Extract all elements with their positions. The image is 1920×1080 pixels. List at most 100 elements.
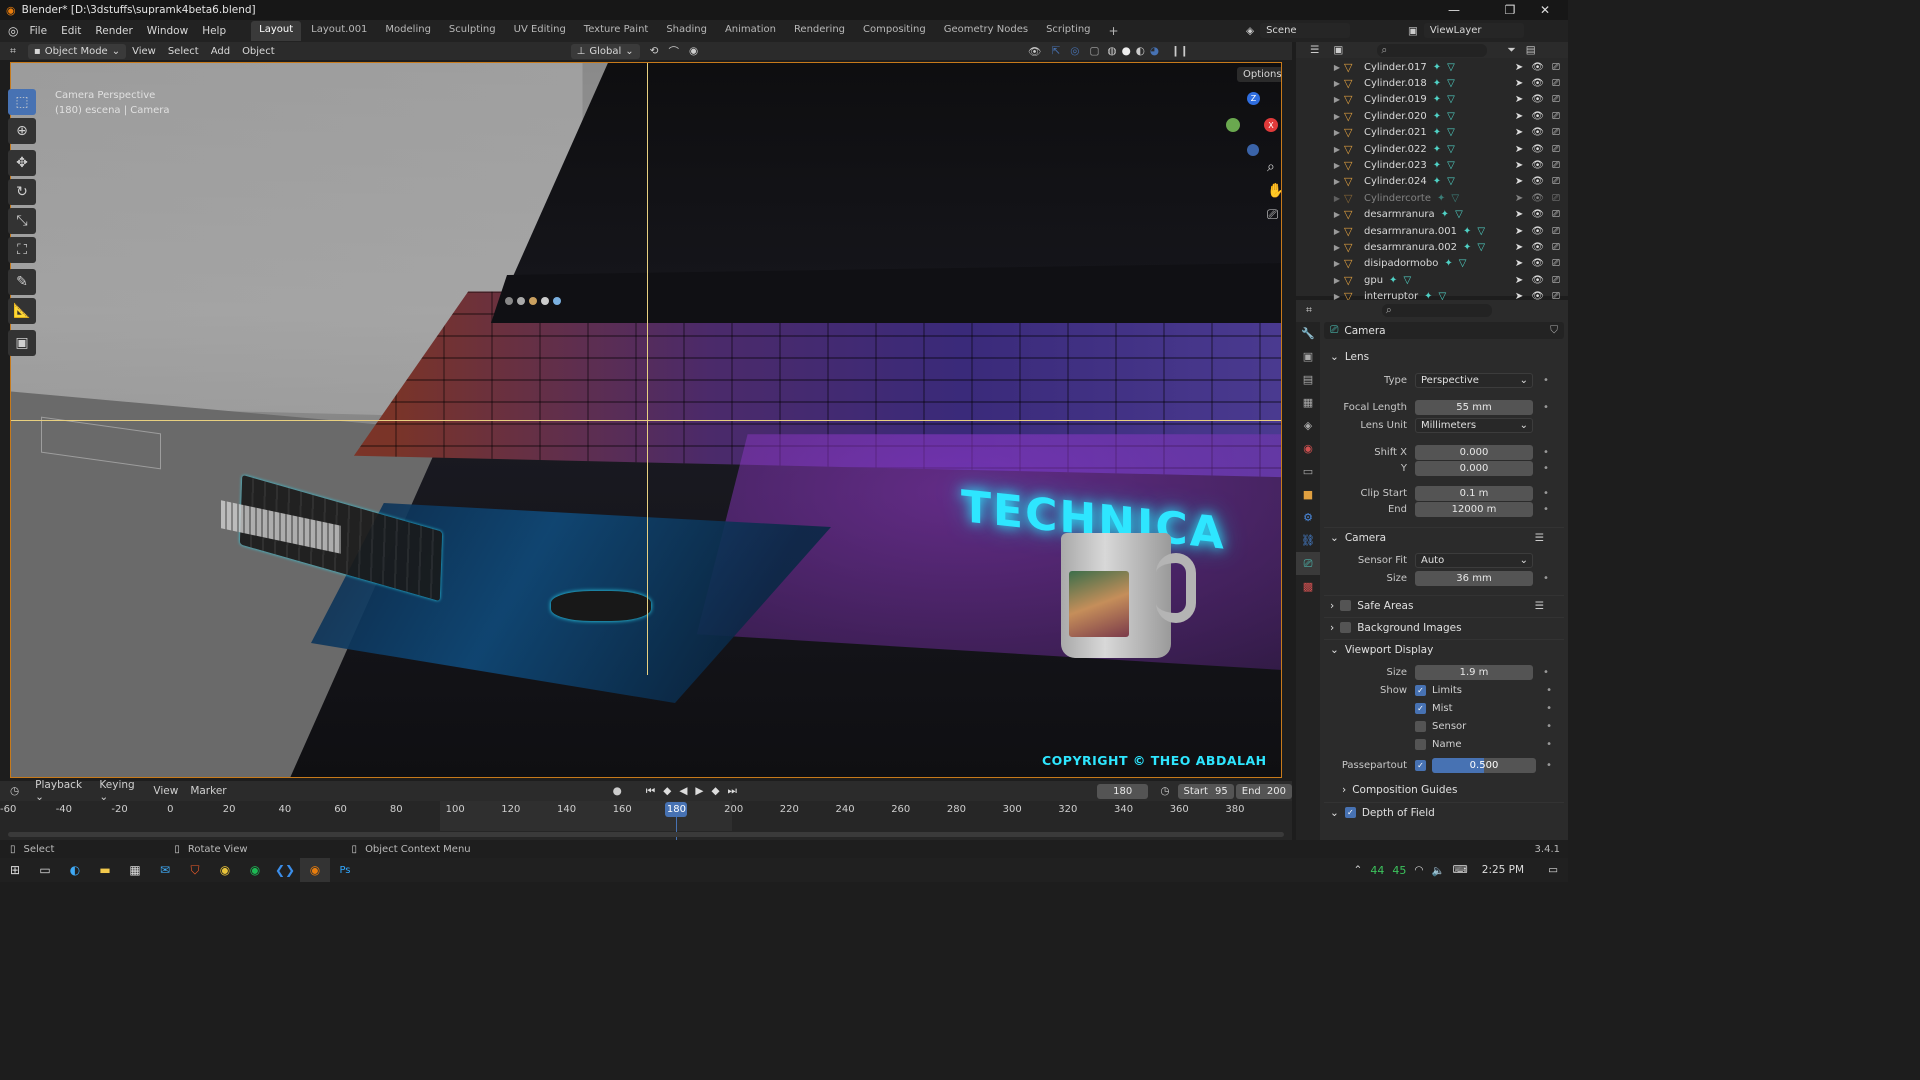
chevron-up-icon[interactable]: ⌃	[1354, 864, 1363, 876]
filter-icon[interactable]: ⏷	[1507, 44, 1515, 57]
windows-start-icon[interactable]: ⊞	[0, 858, 30, 882]
play-reverse-icon[interactable]: ◀	[679, 785, 687, 798]
collection-tab-icon[interactable]: ▭	[1296, 460, 1320, 483]
outliner-item[interactable]: ▶ ▽ Cylinder.022 ✦ ▽ ➤ 👁 ⎚	[1296, 141, 1568, 157]
rendered-shading-icon[interactable]: ◕	[1150, 45, 1159, 57]
scene-tab-icon[interactable]: ◈	[1296, 414, 1320, 437]
brave-icon[interactable]: ⛉	[180, 858, 210, 882]
modifier-wrench-icon[interactable]: ✦	[1433, 78, 1441, 89]
fake-user-shield-icon[interactable]: ⛉	[1550, 324, 1558, 337]
modifier-wrench-icon[interactable]: ✦	[1441, 209, 1449, 220]
render-tab-icon[interactable]: ▣	[1296, 345, 1320, 368]
menu-playback[interactable]: Playback ⌄	[29, 779, 93, 803]
modifier-wrench-icon[interactable]: ✦	[1433, 144, 1441, 155]
modifier-wrench-icon[interactable]: ✦	[1389, 275, 1397, 286]
safe-areas-panel-header[interactable]: › Safe Areas ☰	[1324, 595, 1564, 615]
add-workspace-button[interactable]: +	[1101, 21, 1127, 41]
presets-list-icon[interactable]: ☰	[1535, 600, 1544, 612]
timeline-scrollbar[interactable]	[8, 832, 1284, 837]
display-mode-icon[interactable]: ▣	[1333, 44, 1343, 56]
tab-animation[interactable]: Animation	[717, 21, 784, 41]
object-tab-icon[interactable]: ■	[1296, 483, 1320, 506]
animate-property-icon[interactable]: •	[1546, 721, 1552, 732]
name-checkbox[interactable]	[1415, 738, 1426, 750]
shift-y-field[interactable]: 0.000	[1415, 460, 1533, 476]
selectable-arrow-icon[interactable]: ➤	[1515, 242, 1523, 253]
menu-edit[interactable]: Edit	[54, 25, 88, 37]
camera-panel-header[interactable]: ⌄ Camera ☰	[1324, 527, 1564, 547]
menu-file[interactable]: File	[22, 25, 54, 37]
mesh-data-icon[interactable]: ▽	[1451, 193, 1459, 204]
selectable-arrow-icon[interactable]: ➤	[1515, 209, 1523, 220]
constraint-tab-icon[interactable]: ⛓	[1296, 529, 1320, 552]
clip-start-field[interactable]: 0.1 m	[1415, 485, 1533, 501]
eye-visibility-icon[interactable]: 👁	[1531, 94, 1544, 105]
render-camera-icon[interactable]: ⎚	[1552, 193, 1560, 204]
shift-x-field[interactable]: 0.000	[1415, 444, 1533, 460]
selectable-arrow-icon[interactable]: ➤	[1515, 78, 1523, 89]
tab-modeling[interactable]: Modeling	[377, 21, 439, 41]
selectable-arrow-icon[interactable]: ➤	[1515, 226, 1523, 237]
texture-tab-icon[interactable]: ▩	[1296, 575, 1320, 598]
render-camera-icon[interactable]: ⎚	[1552, 258, 1560, 269]
outliner-item[interactable]: ▶ ▽ Cylindercorte ✦ ▽ ➤ 👁 ⎚	[1296, 190, 1568, 206]
pan-hand-icon[interactable]: ✋	[1267, 183, 1281, 199]
tab-sculpting[interactable]: Sculpting	[441, 21, 504, 41]
xray-icon[interactable]: ▢	[1089, 45, 1099, 57]
navigation-gizmo[interactable]: Z X	[1223, 89, 1281, 159]
properties-search-input[interactable]: ⌕	[1381, 303, 1492, 317]
animate-property-icon[interactable]: •	[1543, 447, 1549, 458]
tab-rendering[interactable]: Rendering	[786, 21, 853, 41]
mesh-data-icon[interactable]: ▽	[1459, 258, 1467, 269]
annotate-tool-icon[interactable]: ✎	[8, 269, 36, 295]
timeline-editor-icon[interactable]: ◷	[10, 785, 19, 797]
mesh-data-icon[interactable]: ▽	[1447, 160, 1455, 171]
selectable-arrow-icon[interactable]: ➤	[1515, 94, 1523, 105]
menu-select[interactable]: Select	[162, 46, 205, 57]
viewport-display-panel-header[interactable]: ⌄ Viewport Display	[1324, 639, 1564, 659]
animate-property-icon[interactable]: •	[1543, 402, 1549, 413]
modifier-tab-icon[interactable]: ⚙	[1296, 506, 1320, 529]
rotate-tool-icon[interactable]: ↻	[8, 179, 36, 205]
modifier-wrench-icon[interactable]: ✦	[1463, 226, 1471, 237]
eye-visibility-icon[interactable]: 👁	[1531, 258, 1544, 269]
modifier-wrench-icon[interactable]: ✦	[1433, 127, 1441, 138]
eye-visibility-icon[interactable]: 👁	[1531, 111, 1544, 122]
animate-property-icon[interactable]: •	[1543, 488, 1549, 499]
notification-icon[interactable]: ▭	[1548, 864, 1558, 876]
preview-range-icon[interactable]: ◷	[1160, 785, 1169, 797]
modifier-wrench-icon[interactable]: ✦	[1444, 258, 1452, 269]
scale-tool-icon[interactable]: ⤡	[8, 208, 36, 234]
outliner-item[interactable]: ▶ ▽ desarmranura.001 ✦ ▽ ➤ 👁 ⎚	[1296, 223, 1568, 239]
close-button[interactable]: ✕	[1522, 0, 1568, 20]
overlay-toggle-icon[interactable]: ◎	[1070, 45, 1079, 57]
eye-visibility-icon[interactable]: 👁	[1531, 160, 1544, 171]
menu-help[interactable]: Help	[195, 25, 233, 37]
animate-property-icon[interactable]: •	[1543, 463, 1549, 474]
datablock-field[interactable]: ⎚ Camera ⛉	[1324, 322, 1564, 339]
chrome-icon[interactable]: ◉	[210, 858, 240, 882]
eye-visibility-icon[interactable]: 👁	[1531, 78, 1544, 89]
scene-selector[interactable]: ◈ Scene	[1246, 23, 1351, 38]
cursor-tool-icon[interactable]: ⊕	[8, 118, 36, 144]
tool-tab-icon[interactable]: 🔧	[1296, 322, 1320, 345]
wireframe-shading-icon[interactable]: ◍	[1107, 45, 1116, 57]
expand-chevron-icon[interactable]: ▶	[1330, 243, 1344, 252]
snap-icon[interactable]: ⌒	[668, 44, 679, 59]
pivot-icon[interactable]: ⟲	[650, 45, 659, 57]
display-size-field[interactable]: 1.9 m	[1415, 664, 1533, 680]
animate-property-icon[interactable]: •	[1546, 703, 1552, 714]
animate-property-icon[interactable]: •	[1546, 739, 1552, 750]
render-camera-icon[interactable]: ⎚	[1552, 275, 1560, 286]
tab-scripting[interactable]: Scripting	[1038, 21, 1098, 41]
new-collection-icon[interactable]: ▤	[1526, 44, 1536, 56]
mesh-data-icon[interactable]: ▽	[1447, 62, 1455, 73]
keyboard-lang-icon[interactable]: ⌨	[1453, 864, 1468, 876]
editor-type-icon[interactable]: ⌗	[10, 45, 16, 58]
tab-layout[interactable]: Layout	[251, 21, 302, 41]
expand-chevron-icon[interactable]: ▶	[1330, 259, 1344, 268]
add-cube-tool-icon[interactable]: ▣	[8, 330, 36, 356]
safe-areas-checkbox[interactable]	[1340, 600, 1352, 611]
selectable-arrow-icon[interactable]: ➤	[1515, 127, 1523, 138]
play-icon[interactable]: ▶	[695, 785, 703, 798]
